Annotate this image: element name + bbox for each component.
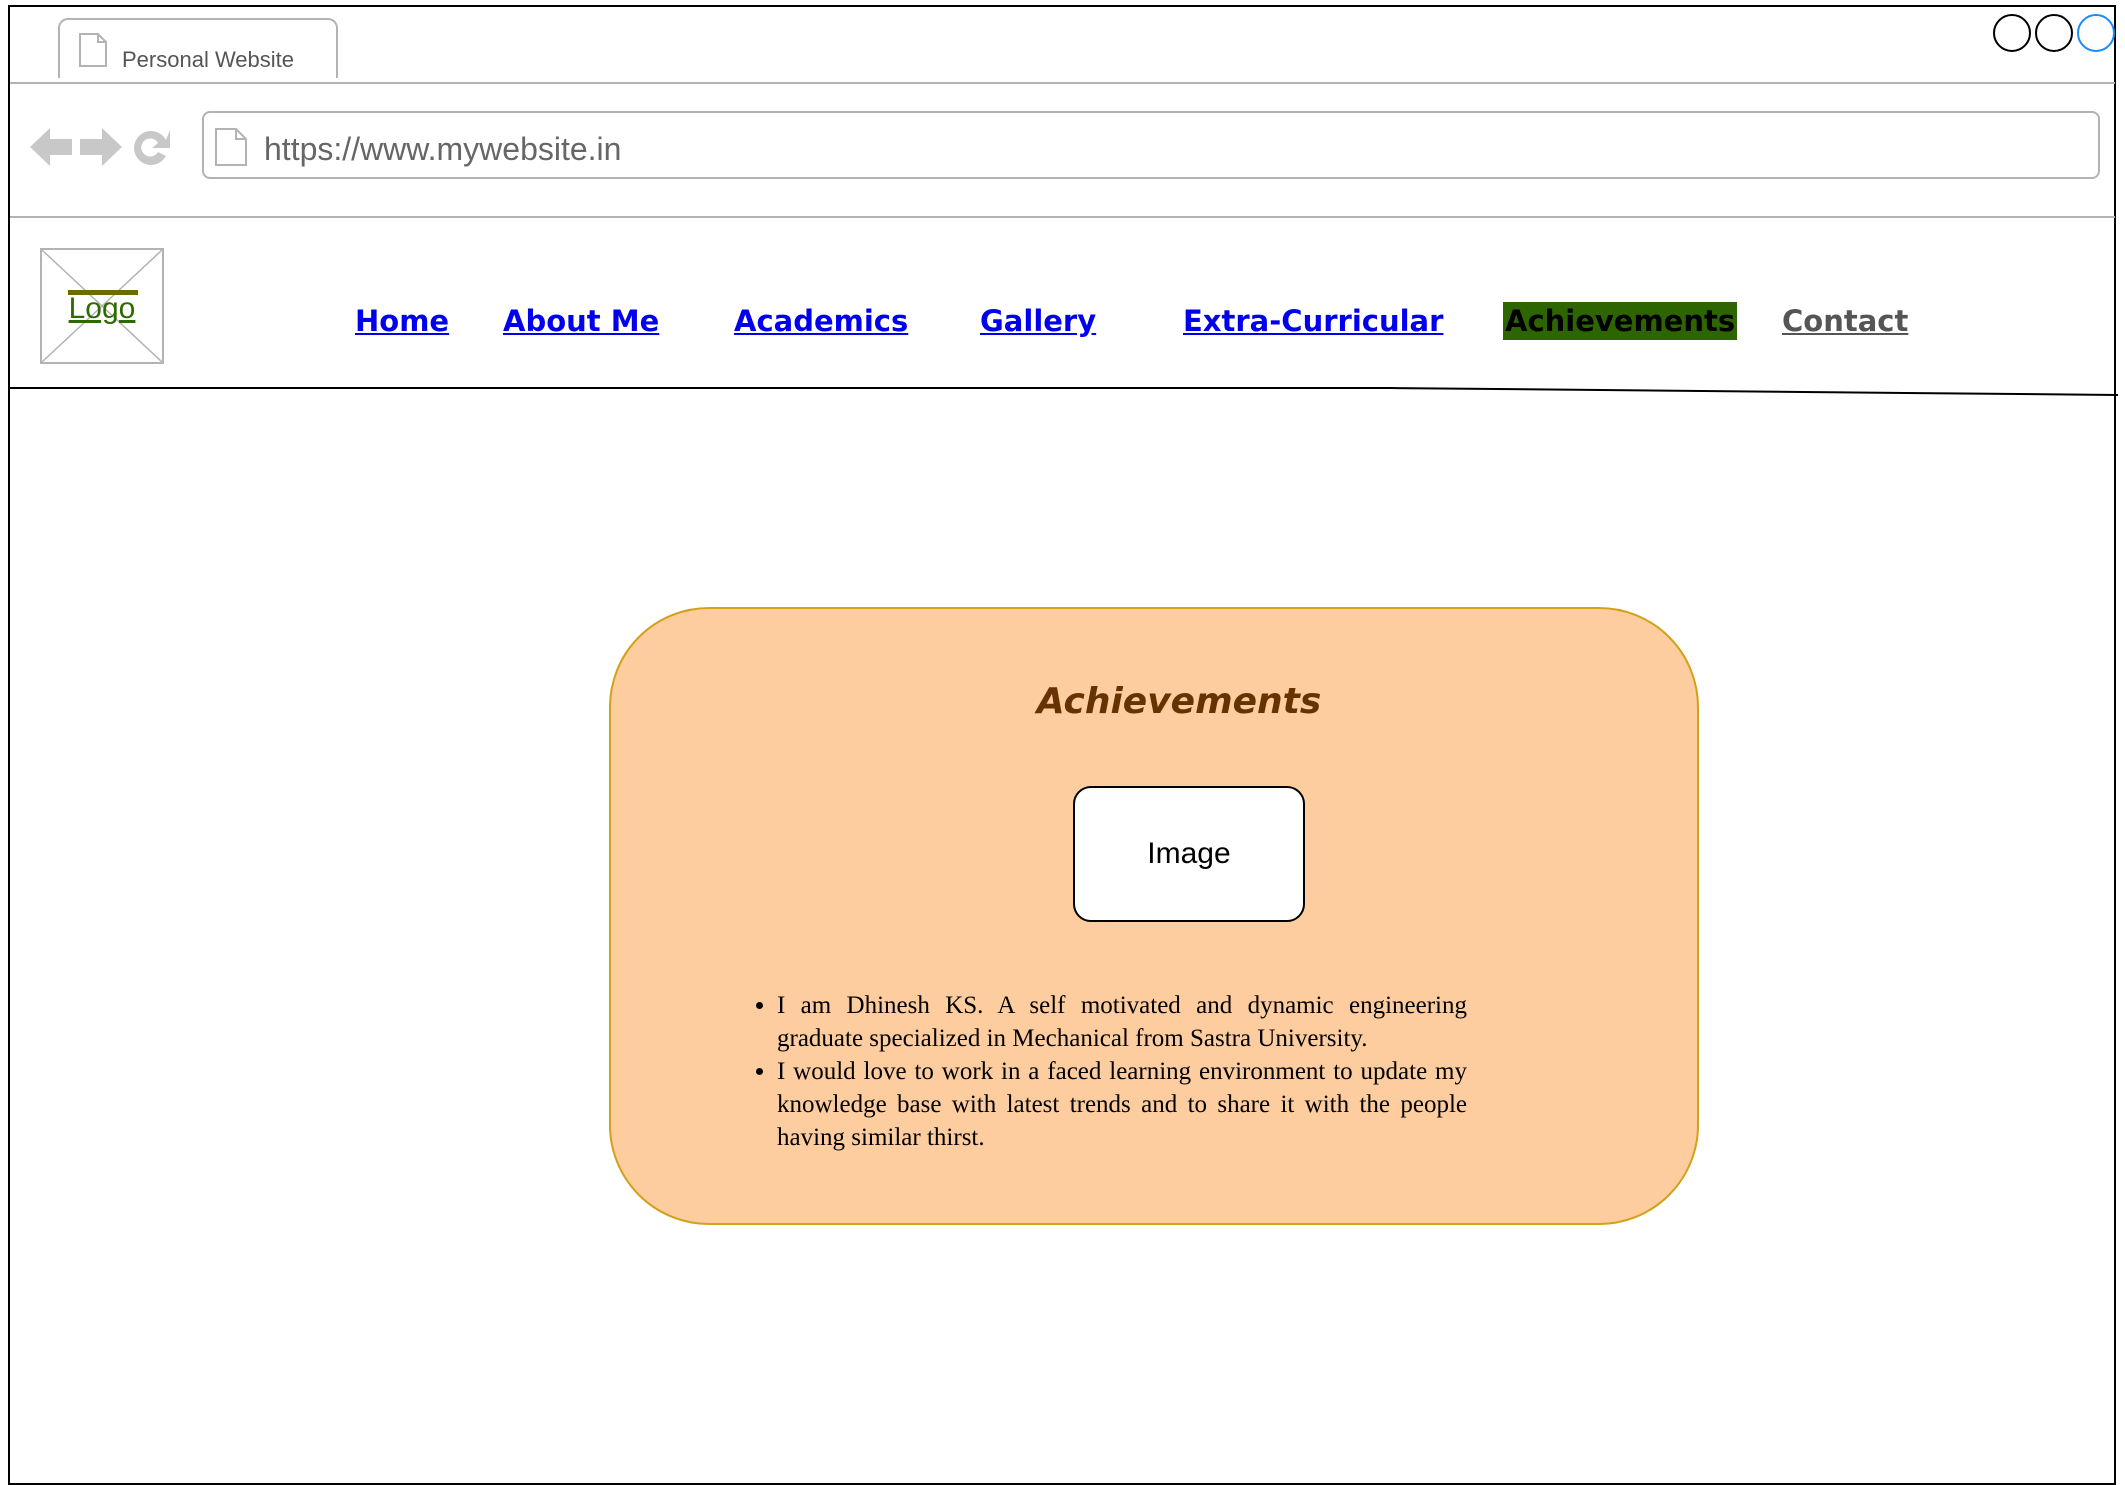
nav-extra-curricular[interactable]: Extra-Curricular: [1183, 302, 1443, 340]
reload-icon[interactable]: [128, 124, 174, 175]
section-title: Achievements: [1036, 681, 1322, 722]
window-button-close[interactable]: [2077, 14, 2115, 52]
tab-title: Personal Website: [122, 47, 295, 72]
nav-academics[interactable]: Academics: [734, 302, 908, 340]
nav-home[interactable]: Home: [355, 302, 449, 340]
image-placeholder: Image: [1073, 786, 1305, 922]
tabbar-divider: [10, 82, 2115, 84]
list-item: I would love to work in a faced learning…: [777, 1055, 1467, 1154]
page-icon: [214, 127, 248, 172]
site-logo[interactable]: Logo: [40, 248, 164, 364]
url-text: https://www.mywebsite.in: [264, 131, 622, 167]
nav-achievements[interactable]: Achievements: [1503, 302, 1738, 340]
nav-about-me[interactable]: About Me: [503, 302, 659, 340]
window-button-minimize[interactable]: [1993, 14, 2031, 52]
header-divider: [10, 387, 2118, 396]
back-arrow-icon[interactable]: [28, 124, 74, 175]
nav-gallery[interactable]: Gallery: [980, 302, 1096, 340]
achievements-card: Achievements Image I am Dhinesh KS. A se…: [609, 607, 1699, 1225]
page-icon: [78, 32, 108, 73]
achievements-list: I am Dhinesh KS. A self motivated and dy…: [711, 989, 1467, 1154]
address-bar[interactable]: https://www.mywebsite.in: [202, 111, 2100, 179]
nav-contact[interactable]: Contact: [1782, 302, 1908, 340]
window-controls: [1993, 14, 2115, 52]
forward-arrow-icon[interactable]: [78, 124, 124, 175]
window-button-maximize[interactable]: [2035, 14, 2073, 52]
logo-label: Logo: [68, 292, 136, 325]
list-item: I am Dhinesh KS. A self motivated and dy…: [777, 989, 1467, 1055]
browser-tab[interactable]: Personal Website: [58, 18, 338, 78]
navigation-buttons: [28, 124, 174, 175]
toolbar-divider: [10, 216, 2115, 218]
